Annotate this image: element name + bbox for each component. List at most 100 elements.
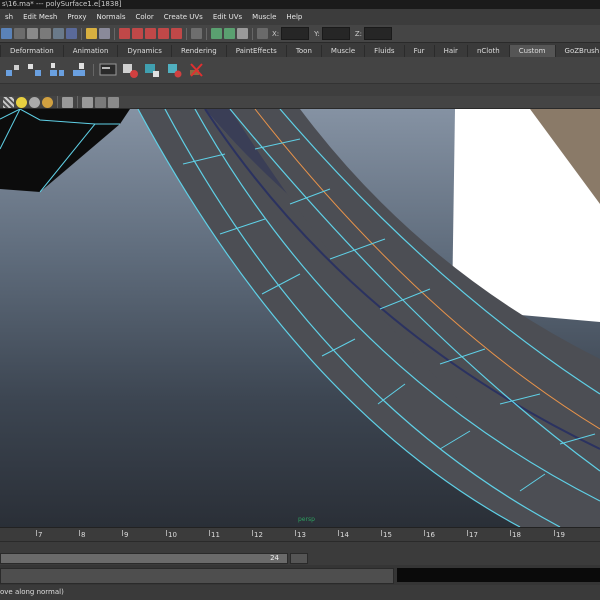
time-tick-label: 12 bbox=[254, 531, 263, 539]
main-menu-bar: sh Edit Mesh Proxy Normals Color Create … bbox=[0, 9, 600, 25]
x-field[interactable] bbox=[281, 27, 310, 40]
object-type-icon[interactable] bbox=[40, 28, 51, 39]
menu-mesh[interactable]: sh bbox=[0, 13, 18, 21]
time-tick-label: 8 bbox=[81, 531, 86, 539]
time-tick bbox=[338, 530, 339, 536]
help-line: ove along normal) bbox=[0, 585, 600, 600]
time-tick bbox=[79, 530, 80, 536]
wrap-icon[interactable] bbox=[70, 61, 88, 79]
delete-icon[interactable] bbox=[187, 61, 205, 79]
tab-ncloth[interactable]: nCloth bbox=[466, 45, 509, 57]
separator bbox=[252, 27, 253, 40]
menu-edit-uvs[interactable]: Edit UVs bbox=[208, 13, 247, 21]
all-lights-icon[interactable] bbox=[42, 96, 53, 108]
time-tick-label: 15 bbox=[383, 531, 392, 539]
time-tick bbox=[467, 530, 468, 536]
time-tick bbox=[166, 530, 167, 536]
status-line: X: Y: Z: bbox=[0, 25, 600, 43]
snap-plane-icon[interactable] bbox=[158, 28, 169, 39]
separator bbox=[81, 27, 82, 40]
mask-icon[interactable] bbox=[53, 28, 64, 39]
separator bbox=[114, 27, 115, 40]
menu-help[interactable]: Help bbox=[281, 13, 307, 21]
command-line bbox=[0, 565, 600, 585]
menu-edit-mesh[interactable]: Edit Mesh bbox=[18, 13, 62, 21]
z-field-label: Z: bbox=[354, 29, 363, 38]
render-settings-icon[interactable] bbox=[237, 28, 248, 39]
camera-icon[interactable] bbox=[62, 96, 73, 108]
time-tick bbox=[122, 530, 123, 536]
tab-deformation[interactable]: Deformation bbox=[0, 45, 63, 57]
share-icon[interactable] bbox=[108, 96, 119, 108]
time-tick-label: 13 bbox=[297, 531, 306, 539]
ipr-render-icon[interactable] bbox=[224, 28, 235, 39]
range-end-field[interactable] bbox=[290, 553, 308, 564]
time-tick bbox=[510, 530, 511, 536]
component-icon[interactable] bbox=[27, 28, 38, 39]
snap-grid-icon[interactable] bbox=[119, 28, 130, 39]
tab-painteffects[interactable]: PaintEffects bbox=[225, 45, 286, 57]
menu-proxy[interactable]: Proxy bbox=[62, 13, 91, 21]
snap-curve-icon[interactable] bbox=[132, 28, 143, 39]
menu-muscle[interactable]: Muscle bbox=[247, 13, 281, 21]
menu-normals[interactable]: Normals bbox=[92, 13, 131, 21]
window-title: s\16.ma* --- polySurface1.e[1838] bbox=[2, 0, 122, 8]
range-slider[interactable]: 24 bbox=[0, 551, 600, 565]
separator bbox=[206, 27, 207, 40]
z-field[interactable] bbox=[364, 27, 393, 40]
time-tick bbox=[295, 530, 296, 536]
light-icon[interactable] bbox=[16, 96, 27, 108]
select-mode-icon[interactable] bbox=[1, 28, 12, 39]
x-field-label: X: bbox=[272, 29, 280, 38]
tab-gozbrush[interactable]: GoZBrush bbox=[554, 45, 600, 57]
time-tick-label: 19 bbox=[556, 531, 565, 539]
snap-point-icon[interactable] bbox=[145, 28, 156, 39]
time-tick bbox=[381, 530, 382, 536]
tab-custom[interactable]: Custom bbox=[508, 45, 555, 57]
render-icon[interactable] bbox=[211, 28, 222, 39]
tab-animation[interactable]: Animation bbox=[62, 45, 118, 57]
cluster-icon[interactable] bbox=[4, 61, 22, 79]
window-title-bar: s\16.ma* --- polySurface1.e[1838] bbox=[0, 0, 600, 9]
tab-muscle[interactable]: Muscle bbox=[320, 45, 364, 57]
particle-icon[interactable] bbox=[165, 61, 183, 79]
tab-hair[interactable]: Hair bbox=[433, 45, 467, 57]
isolate-icon[interactable] bbox=[82, 96, 93, 108]
command-input[interactable] bbox=[0, 568, 394, 584]
time-tick-label: 10 bbox=[168, 531, 177, 539]
tab-fluids[interactable]: Fluids bbox=[364, 45, 403, 57]
input-mode-icon[interactable] bbox=[257, 28, 268, 39]
time-tick-label: 7 bbox=[38, 531, 43, 539]
viewport[interactable]: persp bbox=[0, 109, 600, 527]
textured-icon[interactable] bbox=[3, 96, 14, 108]
separator bbox=[57, 96, 58, 108]
nonlinear-icon[interactable] bbox=[48, 61, 66, 79]
highlight-icon[interactable] bbox=[99, 28, 110, 39]
panel-menu-bar bbox=[0, 84, 600, 96]
paint-weights-icon[interactable] bbox=[143, 61, 161, 79]
help-icon[interactable] bbox=[66, 28, 77, 39]
view-axis-label: persp bbox=[298, 516, 315, 523]
time-tick bbox=[36, 530, 37, 536]
tab-fur[interactable]: Fur bbox=[403, 45, 434, 57]
default-lighting-icon[interactable] bbox=[29, 96, 40, 108]
time-tick-label: 9 bbox=[124, 531, 129, 539]
menu-create-uvs[interactable]: Create UVs bbox=[159, 13, 208, 21]
y-field[interactable] bbox=[321, 27, 350, 40]
xray-icon[interactable] bbox=[95, 96, 106, 108]
tab-dynamics[interactable]: Dynamics bbox=[117, 45, 171, 57]
tab-toon[interactable]: Toon bbox=[285, 45, 321, 57]
time-tick bbox=[252, 530, 253, 536]
lattice-icon[interactable] bbox=[26, 61, 44, 79]
range-slider-bar[interactable]: 24 bbox=[0, 553, 288, 564]
menu-color[interactable]: Color bbox=[130, 13, 158, 21]
time-tick-label: 11 bbox=[211, 531, 220, 539]
history-icon[interactable] bbox=[191, 28, 202, 39]
blend-icon[interactable] bbox=[99, 61, 117, 79]
mode-icon[interactable] bbox=[14, 28, 25, 39]
tab-rendering[interactable]: Rendering bbox=[170, 45, 226, 57]
lock-icon[interactable] bbox=[86, 28, 97, 39]
soft-mod-icon[interactable] bbox=[121, 61, 139, 79]
make-live-icon[interactable] bbox=[171, 28, 182, 39]
time-slider[interactable]: 7 8 9 10 11 12 13 14 15 16 17 18 19 bbox=[0, 527, 600, 551]
